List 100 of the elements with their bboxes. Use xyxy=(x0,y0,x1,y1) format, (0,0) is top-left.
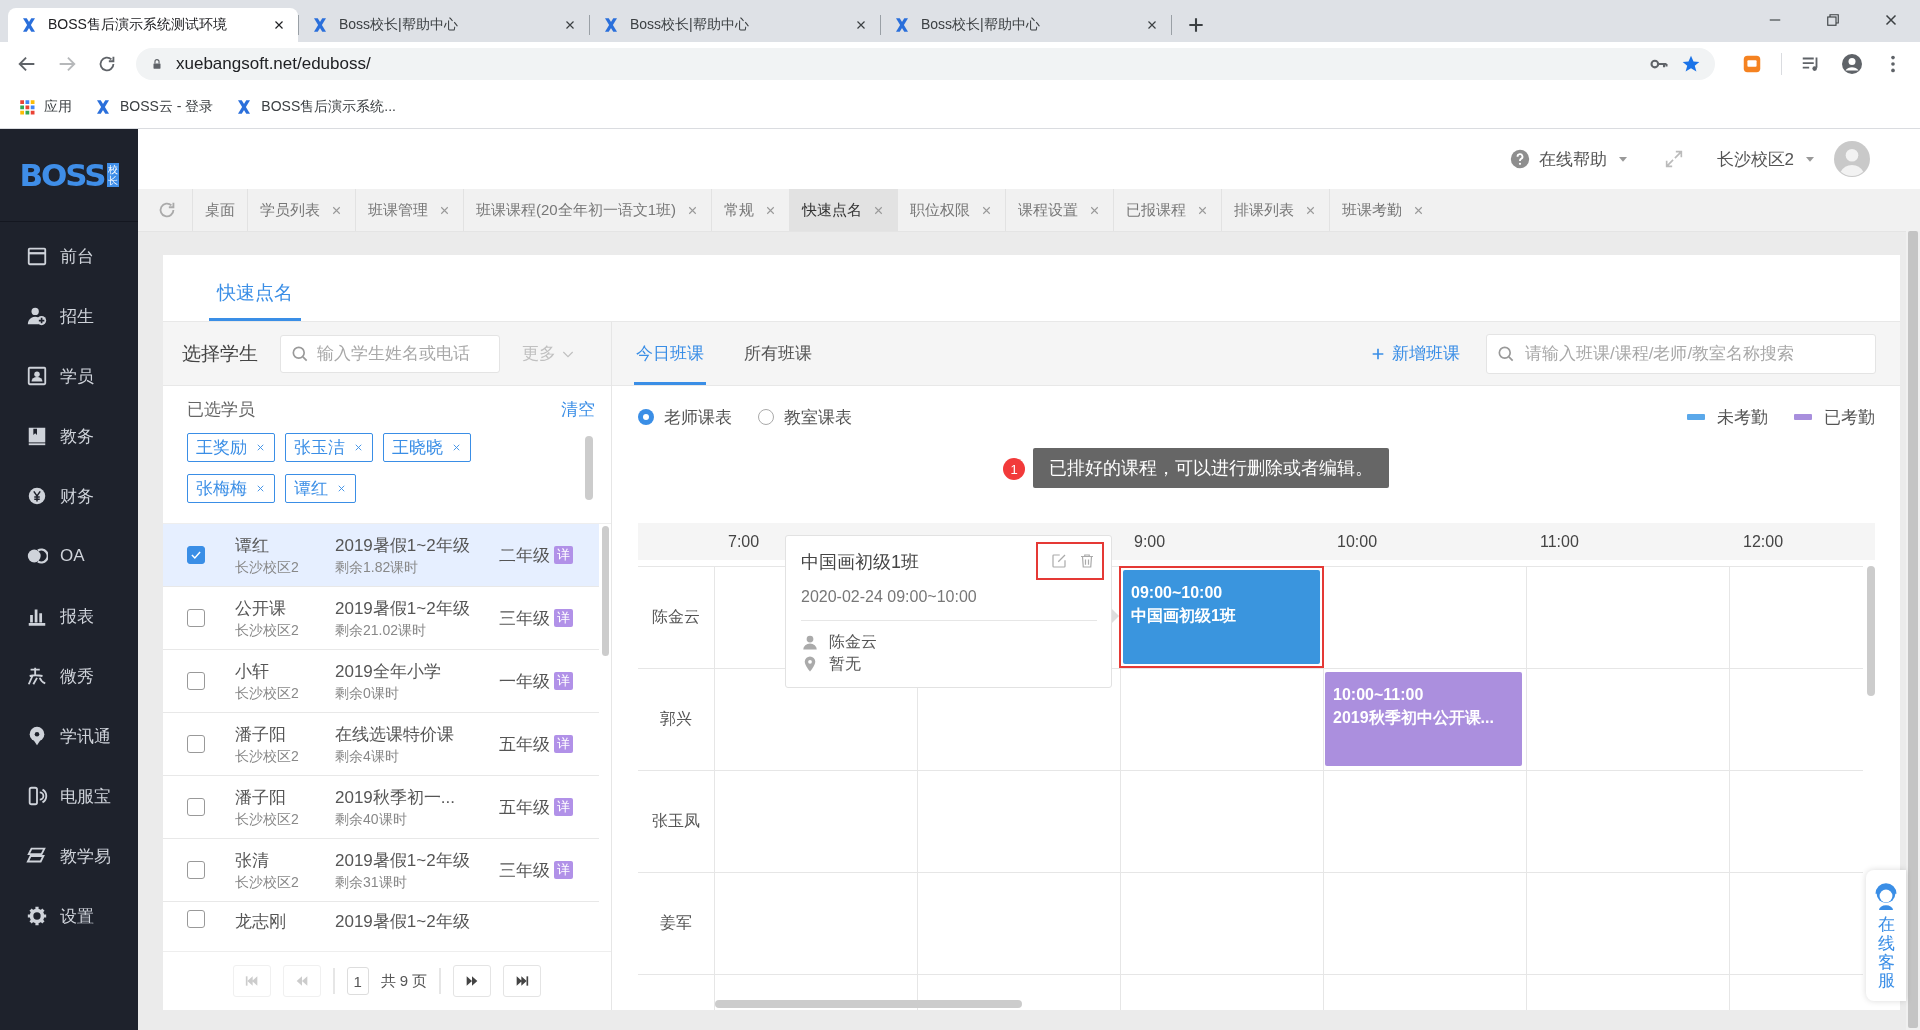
previous-page-button[interactable] xyxy=(282,965,321,997)
course-name: 在线选课特价课 xyxy=(335,723,455,746)
page-tab[interactable]: 学员列表 xyxy=(247,189,355,231)
checkbox[interactable] xyxy=(187,609,205,627)
checkbox[interactable] xyxy=(187,861,205,879)
detail-badge[interactable]: 详 xyxy=(554,546,573,564)
sidebar-item[interactable]: OA xyxy=(0,526,138,586)
checkbox[interactable] xyxy=(187,672,205,690)
grade-text: 二年级 xyxy=(499,544,550,567)
page-tab[interactable]: 桌面 xyxy=(192,189,247,231)
page-tab[interactable]: 班课管理 xyxy=(355,189,463,231)
edit-icon[interactable] xyxy=(1050,552,1068,570)
checkbox[interactable] xyxy=(187,798,205,816)
book-icon xyxy=(26,425,48,447)
student-name: 公开课 xyxy=(235,597,287,620)
add-user-icon xyxy=(26,305,48,327)
popover-teacher: 陈金云 xyxy=(829,632,877,652)
avatar-icon[interactable] xyxy=(1834,141,1870,177)
browser-tab[interactable]: BOSS售后演示系统测试环境 xyxy=(8,8,298,42)
detail-badge[interactable]: 详 xyxy=(554,672,573,690)
calendar-icon xyxy=(26,245,48,267)
page-tab[interactable]: 排课列表 xyxy=(1221,189,1330,231)
last-page-button[interactable] xyxy=(503,965,542,997)
schedule-tab[interactable]: 所有班课 xyxy=(742,322,814,385)
last-page-icon xyxy=(514,973,531,989)
profile-icon[interactable] xyxy=(1840,52,1864,76)
bookmark[interactable]: BOSS售后演示系统... xyxy=(235,98,396,116)
search-field[interactable]: 请输入班课/课程/老师/教室名称搜索 xyxy=(1486,333,1876,374)
student-name: 小轩 xyxy=(235,660,270,683)
online-service-button[interactable]: 在线客服 xyxy=(1866,870,1906,1001)
time-label: 12:00 xyxy=(1743,532,1784,551)
class-event[interactable]: 09:00~10:00 中国画初级1班 xyxy=(1123,570,1320,664)
remaining-hours: 剩余31课时 xyxy=(335,873,408,892)
sidebar-item[interactable]: 教学易 xyxy=(0,826,138,886)
student-tag[interactable]: 谭红 xyxy=(285,474,356,503)
delete-icon[interactable] xyxy=(1078,552,1096,570)
checkbox[interactable] xyxy=(187,735,205,753)
sidebar-item[interactable]: 微秀 xyxy=(0,646,138,706)
detail-badge[interactable]: 详 xyxy=(554,609,573,627)
remove-icon[interactable] xyxy=(255,442,266,453)
page-tab[interactable]: 课程设置 xyxy=(1005,189,1114,231)
add-class-button[interactable]: 新增班课 xyxy=(1370,342,1460,365)
remove-icon[interactable] xyxy=(255,483,266,494)
sidebar-item[interactable]: 设置 xyxy=(0,886,138,946)
first-page-button[interactable] xyxy=(232,965,271,997)
page-tab[interactable]: 班课考勤 xyxy=(1329,189,1438,231)
sidebar-item[interactable]: 前台 xyxy=(0,226,138,286)
remove-icon[interactable] xyxy=(336,483,347,494)
time-label: 7:00 xyxy=(728,532,760,551)
sidebar-item[interactable]: 电服宝 xyxy=(0,766,138,826)
page-tab[interactable]: 班课课程(20全年初一语文1班) xyxy=(463,189,712,231)
schedule-tab[interactable]: 今日班课 xyxy=(634,322,706,385)
student-tag[interactable]: 王奖励 xyxy=(187,433,275,462)
page-input[interactable]: 1 xyxy=(346,967,369,995)
page-tab[interactable]: 快速点名 xyxy=(789,189,898,231)
detail-badge[interactable]: 详 xyxy=(554,798,573,816)
search-field[interactable]: 输入学生姓名或电话 xyxy=(280,334,500,373)
campus-text: 长沙校区2 xyxy=(235,684,300,703)
checkbox[interactable] xyxy=(187,910,205,928)
remove-icon[interactable] xyxy=(353,442,364,453)
sidebar-item[interactable]: 招生 xyxy=(0,286,138,346)
page-tab[interactable]: 职位权限 xyxy=(897,189,1006,231)
radio-option[interactable]: 教室课表 xyxy=(758,405,852,429)
browser-tab[interactable]: Boss校长|帮助中心 xyxy=(299,8,589,42)
browser-tab[interactable]: Boss校长|帮助中心 xyxy=(881,8,1171,42)
campus-text: 长沙校区2 xyxy=(235,621,300,640)
sidebar-item[interactable]: 学员 xyxy=(0,346,138,406)
new-tab-icon[interactable] xyxy=(1186,15,1206,35)
extension-icon[interactable] xyxy=(1741,53,1763,75)
next-page-button[interactable] xyxy=(453,965,492,997)
sidebar-item[interactable]: 财务 xyxy=(0,466,138,526)
student-tag[interactable]: 张梅梅 xyxy=(187,474,275,503)
sidebar-item[interactable]: 报表 xyxy=(0,586,138,646)
page-tab[interactable]: 已报课程 xyxy=(1113,189,1222,231)
clear-link[interactable]: 清空 xyxy=(561,398,595,421)
sidebar-item[interactable]: 学讯通 xyxy=(0,706,138,766)
radio-option[interactable]: 老师课表 xyxy=(638,405,732,429)
browser-tab[interactable]: Boss校长|帮助中心 xyxy=(590,8,880,42)
checkbox[interactable] xyxy=(187,546,205,564)
student-tag[interactable]: 张玉洁 xyxy=(285,433,373,462)
class-event[interactable]: 10:00~11:00 2019秋季初中公开课... xyxy=(1325,672,1522,766)
legend-label: 已考勤 xyxy=(1824,406,1875,429)
bookmark[interactable]: 应用 xyxy=(18,98,72,116)
sidebar-item[interactable]: 教务 xyxy=(0,406,138,466)
campus-text: 长沙校区2 xyxy=(235,747,300,766)
selected-label: 已选学员 xyxy=(187,399,255,421)
bookmark[interactable]: BOSS云 - 登录 xyxy=(94,98,214,116)
detail-badge[interactable]: 详 xyxy=(554,861,573,879)
bookmark-star-icon[interactable] xyxy=(1681,54,1701,74)
campus-menu[interactable]: 长沙校区2 xyxy=(1716,147,1818,171)
help-menu[interactable]: 在线帮助 xyxy=(1508,147,1631,171)
step-badge: 1 xyxy=(1003,458,1025,480)
address-bar[interactable]: xuebangsoft.net/eduboss/ xyxy=(136,48,1715,80)
scrollbar xyxy=(585,436,593,500)
detail-badge[interactable]: 详 xyxy=(554,735,573,753)
student-tag[interactable]: 王晓晓 xyxy=(383,433,471,462)
x-logo-icon xyxy=(602,16,620,34)
course-name: 2019秋季初一... xyxy=(335,786,456,809)
restore-icon[interactable] xyxy=(1824,11,1842,29)
remove-icon[interactable] xyxy=(451,442,462,453)
